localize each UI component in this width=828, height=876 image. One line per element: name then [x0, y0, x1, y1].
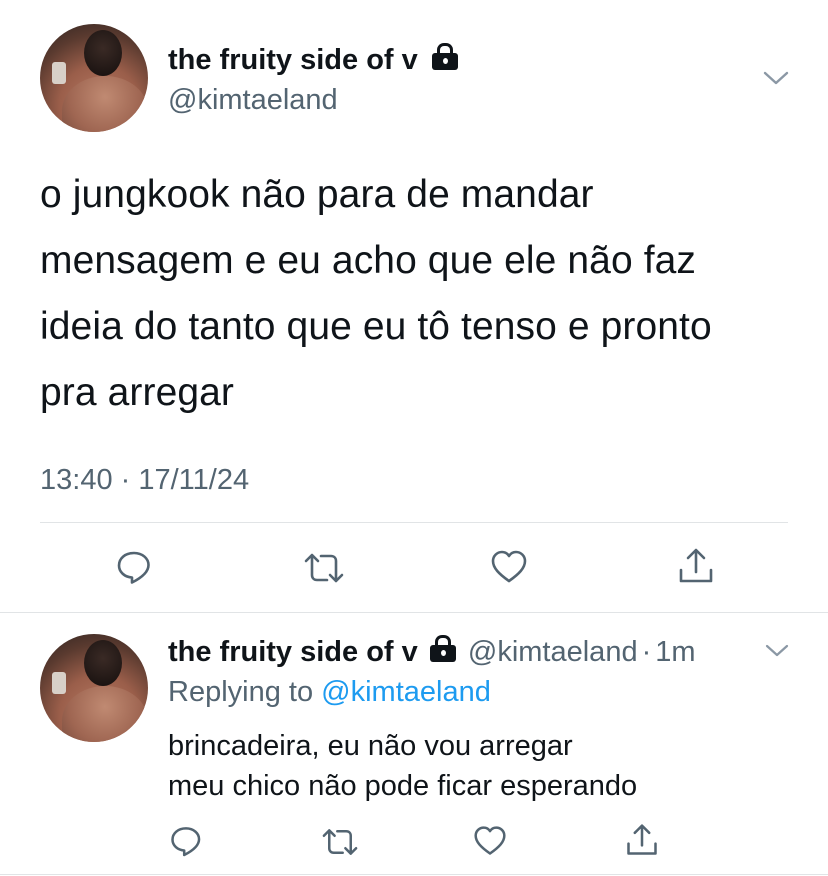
tweet-text-line: o jungkook não para de mandar: [40, 173, 594, 216]
replying-to: Replying to @kimtaeland: [168, 674, 491, 710]
avatar[interactable]: [40, 24, 148, 132]
retweet-icon[interactable]: [320, 825, 360, 859]
replying-to-link[interactable]: @kimtaeland: [321, 676, 491, 708]
tweet-age[interactable]: 1m: [655, 636, 695, 668]
retweet-icon[interactable]: [302, 549, 346, 587]
reply-header: the fruity side of v @kimtaeland · 1m: [168, 634, 696, 670]
divider: [0, 874, 828, 875]
tweet-text-line: pra arregar: [40, 371, 235, 414]
replying-to-label: Replying to: [168, 676, 314, 708]
lock-icon: [428, 635, 458, 662]
reply-icon[interactable]: [168, 823, 204, 859]
reply-text-line: meu chico não pode ficar esperando: [168, 770, 638, 802]
chevron-down-icon[interactable]: [762, 66, 790, 90]
divider: [0, 612, 828, 613]
divider: [40, 522, 788, 523]
handle[interactable]: @kimtaeland: [168, 82, 338, 118]
reply-icon[interactable]: [114, 547, 154, 587]
tweet-text-line: mensagem e eu acho que ele não faz: [40, 239, 697, 282]
heart-icon[interactable]: [472, 824, 508, 858]
tweet-timestamp[interactable]: 13:40 · 17/11/24: [40, 462, 249, 498]
share-icon[interactable]: [624, 821, 660, 859]
heart-icon[interactable]: [489, 548, 529, 586]
handle[interactable]: @kimtaeland: [468, 636, 638, 668]
chevron-down-icon[interactable]: [764, 640, 790, 662]
separator: ·: [641, 636, 652, 668]
reply-text-line: brincadeira, eu não vou arregar: [168, 730, 573, 762]
display-name[interactable]: the fruity side of v: [168, 42, 460, 78]
tweet-text: o jungkook não para de mandar mensagem e…: [40, 162, 820, 426]
reply-text: brincadeira, eu não vou arregar meu chic…: [168, 726, 637, 806]
avatar[interactable]: [40, 634, 148, 742]
display-name[interactable]: the fruity side of v: [168, 636, 418, 668]
lock-icon: [430, 43, 460, 70]
share-icon[interactable]: [676, 545, 716, 587]
tweet-text-line: ideia do tanto que eu tô tenso e pronto: [40, 305, 712, 348]
